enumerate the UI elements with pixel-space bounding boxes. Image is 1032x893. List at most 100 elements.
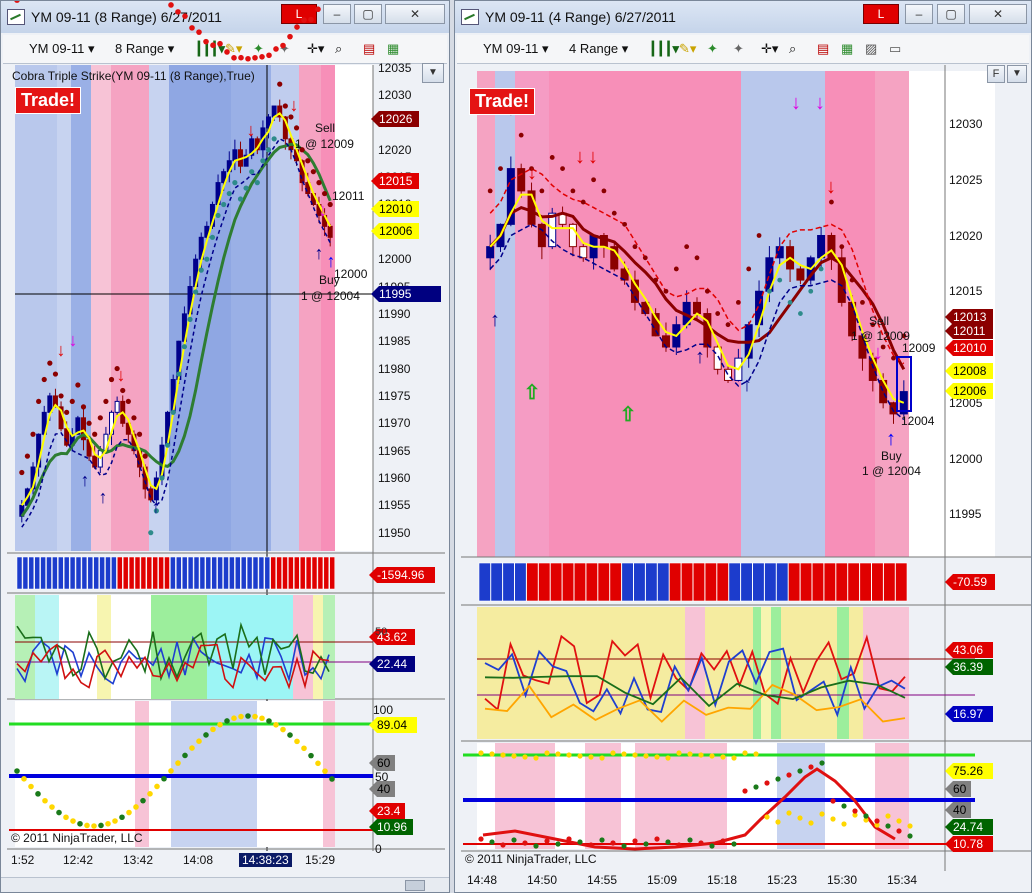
left-psar-dot [159, 475, 165, 481]
left-stoch-dot [210, 42, 216, 49]
right-psar-dot [642, 255, 648, 261]
left-osc-band [313, 595, 323, 699]
right-stoch-dot [599, 837, 605, 843]
left-histogram-bar [58, 556, 64, 590]
right-histogram-bar [633, 562, 646, 602]
left-stoch-dot [161, 775, 167, 782]
sell-arrow-icon: ↓ [826, 176, 836, 198]
left-stoch-dot [91, 823, 97, 829]
right-panel-dropdown[interactable]: ▼ [1007, 65, 1027, 83]
left-panel-dropdown[interactable]: ▼ [422, 63, 444, 83]
right-candle-body [537, 223, 546, 248]
left-histogram-bar [205, 556, 212, 590]
left-histogram-bar [223, 556, 229, 590]
right-psar-dot [549, 155, 555, 160]
left-psar-dot [41, 376, 47, 383]
right-time-tick: 14:50 [527, 873, 558, 887]
right-histogram-bar [514, 562, 527, 602]
buy-arrow-icon: ↑ [886, 428, 896, 450]
right-chart-canvas[interactable]: ↓↓ ↓↓↓ ↓↓↑↑↑↑⇧⇧ [455, 1, 1032, 893]
left-histogram-bar [288, 556, 294, 590]
right-stoch-dot [610, 750, 616, 756]
right-stoch-dot [896, 828, 902, 834]
left-stoch-dot [84, 822, 90, 829]
left-histogram-bar [311, 556, 318, 590]
left-stoch-dot [329, 776, 335, 782]
left-osc-band [323, 595, 335, 699]
right-psar-dot [632, 244, 638, 250]
left-histogram-bar [164, 556, 170, 590]
left-price-tick: 11985 [378, 334, 411, 349]
right-stoch-band [635, 743, 727, 849]
left-stoch-dot [259, 54, 265, 60]
left-session-band [169, 65, 231, 551]
right-stoch-dot [522, 840, 528, 846]
left-price-tick: 11975 [378, 388, 411, 403]
left-stoch-dot [315, 6, 321, 13]
right-stoch-dot [544, 750, 550, 756]
left-psar-dot [243, 185, 249, 191]
left-candle-body [232, 149, 238, 162]
left-level-12011-label: 12011 [332, 189, 365, 203]
right-stoch-dot [775, 819, 781, 825]
left-histogram-bar [134, 556, 141, 590]
left-psar-dot [136, 431, 143, 437]
left-candle-body [92, 455, 98, 468]
right-price-tick: 11995 [949, 507, 982, 522]
sell-arrow-icon: ↓ [815, 92, 825, 114]
left-stoch-dot [224, 718, 230, 724]
left-histogram-bar [93, 556, 99, 590]
right-psar-dot [601, 188, 607, 194]
left-stoch-dot [224, 49, 230, 55]
left-stoch-dot [287, 732, 293, 738]
left-horizontal-scrollbar[interactable] [1, 877, 449, 892]
left-stoch-dot [98, 822, 104, 829]
right-stoch-dot [764, 780, 770, 786]
left-stoch-dot [119, 814, 125, 821]
left-price-tag: 12006 [371, 223, 419, 239]
left-osc-tick-50: 50 [375, 626, 388, 638]
left-price-tick: 11970 [378, 416, 411, 431]
left-stoch-dot [21, 776, 27, 782]
left-stoch-dot [245, 55, 251, 62]
left-psar-dot [277, 81, 283, 87]
left-stoch-dot [210, 726, 216, 733]
right-histogram-bar [740, 562, 753, 602]
right-psar-dot [498, 166, 503, 172]
left-psar-dot [75, 382, 81, 388]
right-stoch-dot [533, 843, 539, 849]
right-psar-dot [746, 266, 752, 272]
left-histogram-bar [258, 556, 265, 590]
right-f-button[interactable]: F [987, 65, 1005, 83]
right-stoch-dot [643, 841, 649, 847]
right-stoch-dot [786, 810, 792, 816]
right-histogram-bar [526, 562, 539, 602]
left-stoch-dot [133, 804, 139, 810]
right-psar-dot [704, 288, 710, 294]
right-stoch-dot [775, 776, 781, 782]
right-psar-dot [487, 188, 493, 194]
left-histogram-bar [305, 556, 312, 590]
left-histogram-bar [87, 556, 94, 590]
right-stoch-dot [731, 841, 737, 847]
right-stoch-dot [632, 752, 638, 758]
right-psar-dot [684, 244, 690, 250]
left-stoch-dot [14, 1, 20, 3]
right-psar-dot [570, 188, 576, 194]
left-psar-dot [103, 398, 109, 405]
right-stoch-dot [786, 772, 792, 778]
left-histogram-bar [122, 556, 129, 590]
right-stoch-dot [676, 842, 682, 848]
left-psar-dot [254, 180, 260, 186]
right-histogram-bar [502, 562, 515, 602]
left-time-tick: 12:42 [63, 853, 94, 867]
buy-arrow-icon: ↑ [695, 346, 705, 368]
left-stoch-dot [56, 809, 62, 816]
left-psar-dot [316, 180, 322, 186]
left-scroll-thumb[interactable] [405, 880, 425, 891]
right-stoch-dot [511, 837, 517, 843]
right-psar-dot [539, 188, 545, 194]
left-price-tick: 11955 [378, 498, 411, 513]
left-time-tick: 14:38:23 [239, 853, 292, 867]
left-stoch-dot [77, 820, 83, 827]
